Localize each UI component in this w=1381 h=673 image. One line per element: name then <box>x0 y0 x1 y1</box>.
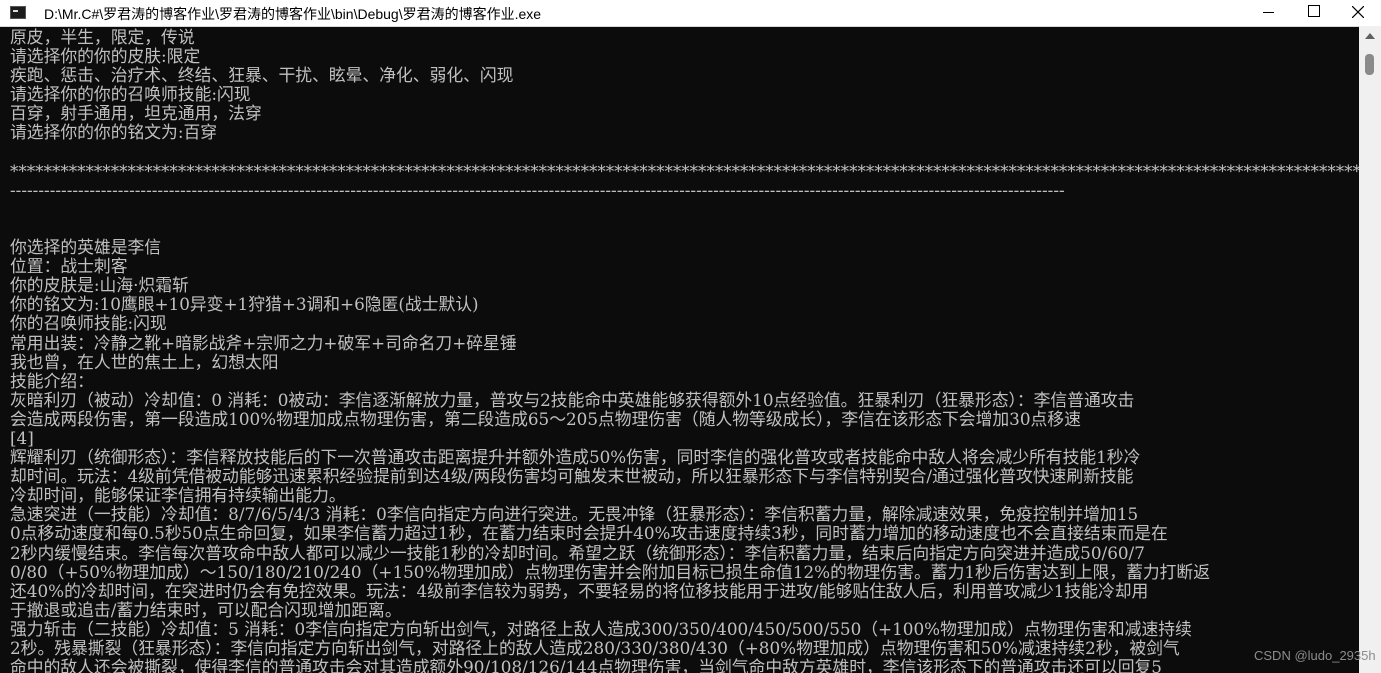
console-line: 命中的敌人还会被撕裂，使得李信的普通攻击会对其造成额外90/108/126/14… <box>10 658 1162 673</box>
console-line: 强力斩击（二技能）冷却值：5 消耗：0李信向指定方向斩出剑气，对路径上敌人造成3… <box>10 619 1192 639</box>
console-line: [4] <box>10 428 34 448</box>
console-output[interactable]: 原皮，半生，限定，传说 请选择你的你的皮肤:限定 疾跑、惩击、治疗术、终结、狂暴、干… <box>0 26 1359 673</box>
console-line: 常用出装：冷静之靴+暗影战斧+宗师之力+破军+司命名刀+碎星锤 <box>10 333 517 353</box>
console-line: 却时间。玩法：4级前凭借被动能够迅速累积经验提前到达4级/两段伤害均可触发末世被… <box>10 467 1134 487</box>
console-line: 会造成两段伤害，第一段造成100%物理加成点物理伤害，第二段造成65～205点物… <box>10 409 1081 429</box>
console-line: 百穿，射手通用，坦克通用，法穿 <box>10 104 262 124</box>
console-line: ----------------------------------------… <box>10 180 1065 200</box>
console-line: 请选择你的你的铭文为:百穿 <box>10 123 218 143</box>
console-line: 0点移动速度和每0.5秒50点生命回复，如果李信蓄力超过1秒，在蓄力结束时会提升… <box>10 524 1168 544</box>
close-button[interactable] <box>1335 0 1381 26</box>
console-line: 急速突进（一技能）冷却值：8/7/6/5/4/3 消耗：0李信向指定方向进行突进… <box>10 505 1139 525</box>
title-bar[interactable]: D:\Mr.C#\罗君涛的博客作业\罗君涛的博客作业\bin\Debug\罗君涛… <box>0 0 1381 27</box>
console-line: 位置：战士刺客 <box>10 257 128 277</box>
console-line: 辉耀利刃（统御形态）：李信释放技能后的下一次普通攻击距离提升并额外造成50%伤害… <box>10 448 1141 468</box>
console-line: 0/80（+50%物理加成）～150/180/210/240（+150%物理加成… <box>10 562 1210 582</box>
console-line: 冷却时间，能够保证李信拥有持续输出能力。 <box>10 486 346 506</box>
console-line: ****************************************… <box>10 161 1359 181</box>
scrollbar-thumb[interactable] <box>1365 54 1374 75</box>
console-window: D:\Mr.C#\罗君涛的博客作业\罗君涛的博客作业\bin\Debug\罗君涛… <box>0 0 1381 673</box>
console-line: 你选择的英雄是李信 <box>10 238 162 258</box>
watermark: CSDN @ludo_2935h <box>1254 648 1376 663</box>
close-icon <box>1352 6 1364 18</box>
console-line: 你的铭文为:10鹰眼+10异变+1狩猎+3调和+6隐匿(战士默认) <box>10 295 479 315</box>
console-app-icon <box>10 6 26 19</box>
window-title: D:\Mr.C#\罗君涛的博客作业\罗君涛的博客作业\bin\Debug\罗君涛… <box>44 6 542 22</box>
console-line: 2秒内缓慢结束。李信每次普攻命中敌人都可以减少一技能1秒的冷却时间。希望之跃（统… <box>10 543 1145 563</box>
scroll-up-arrow-icon[interactable] <box>1365 33 1375 39</box>
console-line: 灰暗利刃（被动）冷却值：0 消耗：0被动：李信逐渐解放力量，普攻与2技能命中英雄… <box>10 390 1135 410</box>
console-line: 你的召唤师技能:闪现 <box>10 314 167 334</box>
console-line: 疾跑、惩击、治疗术、终结、狂暴、干扰、眩晕、净化、弱化、闪现 <box>10 66 514 86</box>
maximize-button[interactable] <box>1292 0 1338 26</box>
console-line: 你的皮肤是:山海·炽霜斩 <box>10 276 189 296</box>
console-line: 我也曾，在人世的焦土上，幻想太阳 <box>10 352 279 372</box>
console-line: 请选择你的你的皮肤:限定 <box>10 47 201 67</box>
console-text: 原皮，半生，限定，传说 请选择你的你的皮肤:限定 疾跑、惩击、治疗术、终结、狂暴、干… <box>10 28 1359 673</box>
console-line: 请选择你的你的召唤师技能:闪现 <box>10 85 251 105</box>
console-line: 原皮，半生，限定，传说 <box>10 28 195 47</box>
vertical-scrollbar[interactable] <box>1359 26 1381 673</box>
console-line: 于撤退或追击/蓄力结束时，可以配合闪现增加距离。 <box>10 600 402 620</box>
console-line: 技能介绍： <box>10 371 94 391</box>
minimize-button[interactable] <box>1246 0 1292 26</box>
console-line: 还40%的冷却时间，在突进时仍会有免控效果。玩法：4级前李信较为弱势，不要轻易的… <box>10 581 1149 601</box>
console-line: 2秒。残暴撕裂（狂暴形态）：李信向指定方向斩出剑气，对路径上的敌人造成280/3… <box>10 639 1180 658</box>
